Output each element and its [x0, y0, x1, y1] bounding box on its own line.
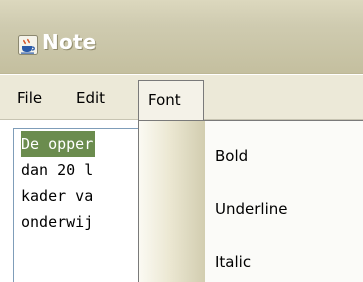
- menu-font[interactable]: Font: [138, 80, 204, 120]
- editor-line[interactable]: kader va: [21, 183, 93, 209]
- editor-line[interactable]: dan 20 l: [21, 157, 93, 183]
- editor-line-selected[interactable]: De opper: [21, 131, 96, 157]
- font-dropdown-menu: Bold Underline Italic: [138, 120, 363, 282]
- menu-file[interactable]: File: [17, 81, 42, 115]
- window-title: Note: [42, 30, 97, 54]
- menu-item-bold[interactable]: Bold: [215, 141, 355, 171]
- menu-bar: File Edit Font: [0, 74, 363, 120]
- menu-item-italic[interactable]: Italic: [215, 247, 355, 277]
- menu-icon-gutter: [139, 121, 205, 282]
- java-coffee-cup-icon[interactable]: [18, 35, 38, 55]
- title-bar[interactable]: Note: [0, 0, 363, 74]
- editor-line[interactable]: onderwij: [21, 209, 93, 235]
- menu-item-underline[interactable]: Underline: [215, 194, 355, 224]
- menu-edit[interactable]: Edit: [76, 81, 105, 115]
